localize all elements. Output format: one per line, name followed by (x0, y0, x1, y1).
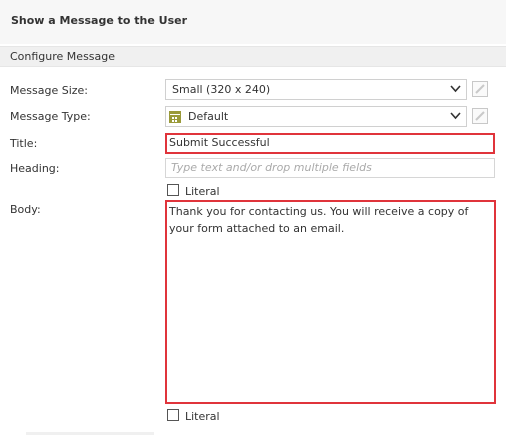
message-type-edit-button[interactable] (472, 108, 488, 124)
message-type-value: Default (188, 110, 229, 123)
heading-input[interactable]: Type text and/or drop multiple fields (165, 158, 495, 178)
section-header: Configure Message (0, 46, 506, 67)
calendar-grid-icon (169, 111, 181, 123)
chevron-down-icon (450, 112, 461, 120)
message-type-label: Message Type: (10, 110, 91, 123)
title-value: Submit Successful (169, 136, 270, 149)
section-title: Configure Message (10, 50, 116, 63)
body-literal-label: Literal (185, 410, 220, 423)
heading-placeholder: Type text and/or drop multiple fields (171, 161, 372, 174)
body-textarea[interactable]: Thank you for contacting us. You will re… (165, 200, 496, 404)
title-label: Title: (10, 137, 38, 150)
dialog-header: Show a Message to the User (0, 0, 506, 44)
heading-label: Heading: (10, 162, 60, 175)
dialog-title: Show a Message to the User (11, 14, 188, 27)
message-size-edit-button[interactable] (472, 81, 488, 97)
chevron-down-icon (450, 85, 461, 93)
title-input[interactable]: Submit Successful (165, 133, 495, 154)
message-size-value: Small (320 x 240) (172, 83, 271, 96)
body-label: Body: (10, 203, 41, 216)
heading-literal-checkbox[interactable] (167, 184, 179, 196)
pencil-icon (475, 84, 485, 94)
message-size-dropdown[interactable]: Small (320 x 240) (165, 79, 467, 100)
pencil-icon (475, 111, 485, 121)
body-literal-checkbox[interactable] (167, 409, 179, 421)
message-type-dropdown[interactable]: Default (165, 106, 467, 127)
body-value: Thank you for contacting us. You will re… (169, 205, 469, 235)
heading-literal-label: Literal (185, 185, 220, 198)
message-size-label: Message Size: (10, 84, 88, 97)
